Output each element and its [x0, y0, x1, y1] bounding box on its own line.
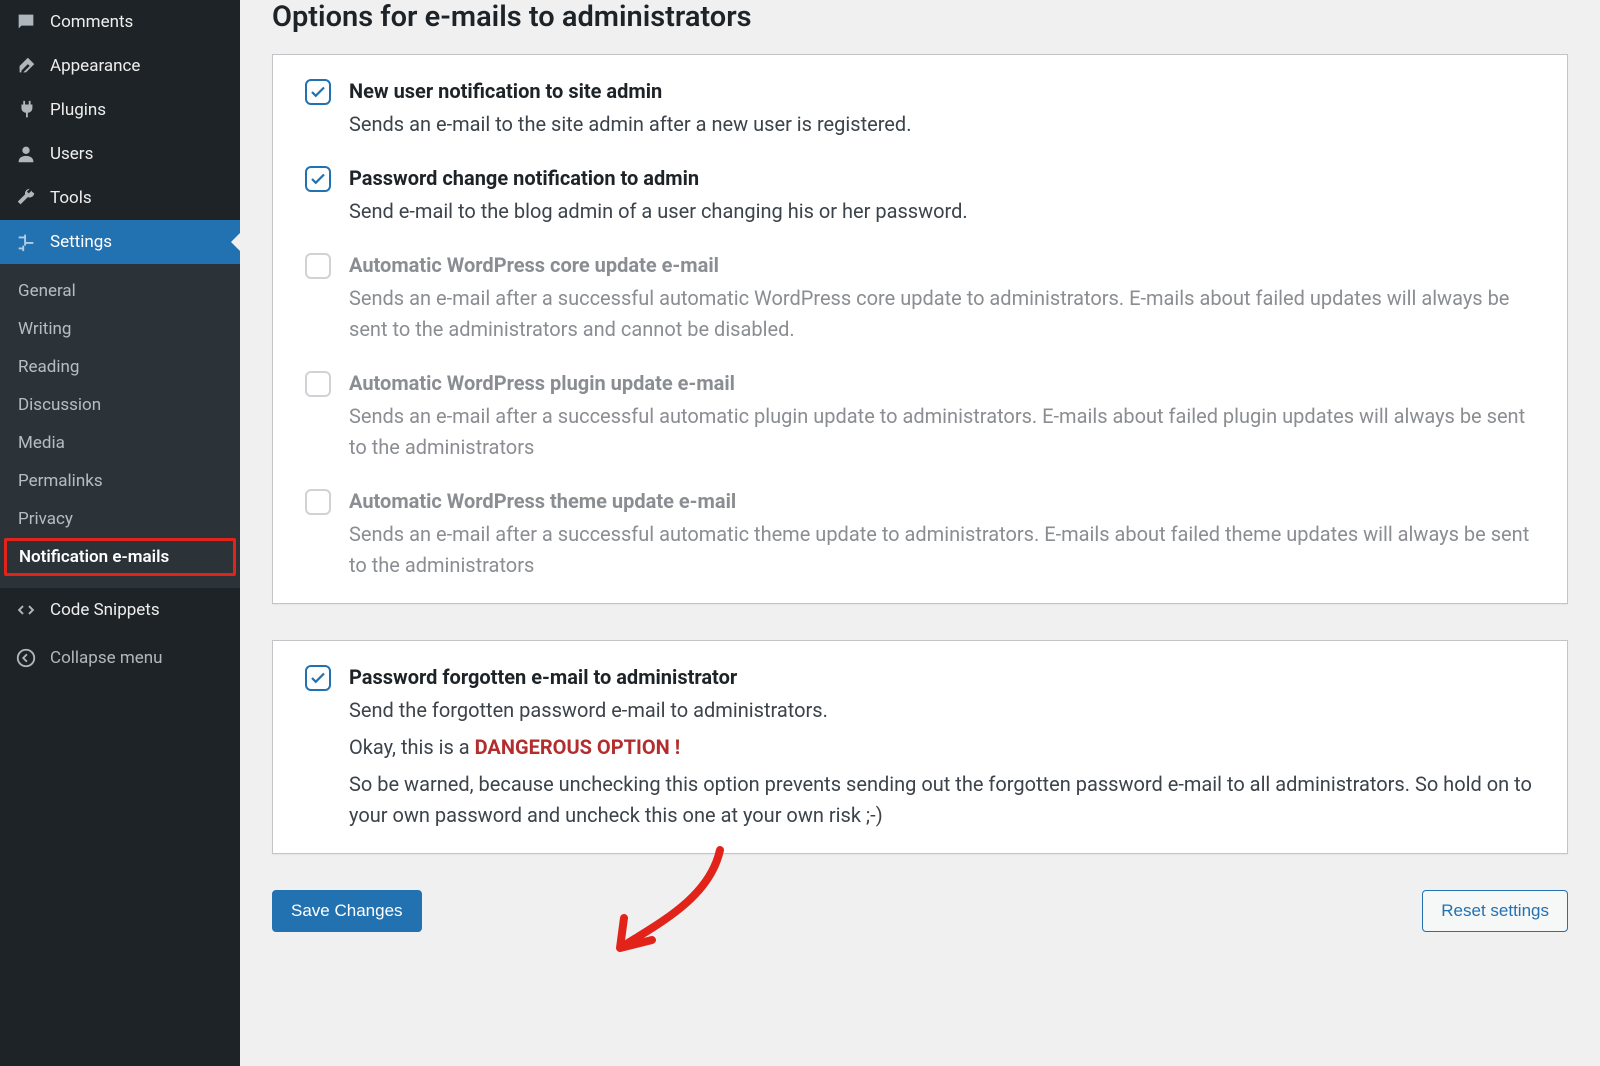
option-title: Password change notification to admin	[349, 164, 1535, 192]
option-desc: Send the forgotten password e-mail to ad…	[349, 695, 1535, 726]
sidebar-item-label: Comments	[50, 12, 133, 32]
option-plugin-update-email: Automatic WordPress plugin update e-mail…	[305, 369, 1535, 463]
submenu-item-general[interactable]: General	[0, 272, 240, 310]
option-body: Automatic WordPress core update e-mail S…	[349, 251, 1535, 345]
option-desc: Sends an e-mail after a successful autom…	[349, 401, 1535, 463]
wrench-icon	[14, 186, 38, 210]
checkbox-theme-update-email	[305, 489, 331, 515]
collapse-menu[interactable]: Collapse menu	[0, 636, 240, 680]
sidebar-item-label: Appearance	[50, 56, 140, 76]
settings-page: Options for e-mails to administrators Ne…	[240, 0, 1600, 1066]
submenu-item-permalinks[interactable]: Permalinks	[0, 462, 240, 500]
option-title: Automatic WordPress core update e-mail	[349, 251, 1535, 279]
sidebar-item-users[interactable]: Users	[0, 132, 240, 176]
checkbox-plugin-update-email	[305, 371, 331, 397]
sidebar-item-label: Tools	[50, 188, 92, 208]
option-body: Password change notification to admin Se…	[349, 164, 1535, 227]
submenu-item-discussion[interactable]: Discussion	[0, 386, 240, 424]
main-menu: Comments Appearance Plugins Users Tools	[0, 0, 240, 264]
option-theme-update-email: Automatic WordPress theme update e-mail …	[305, 487, 1535, 581]
form-buttons: Save Changes Reset settings	[272, 890, 1568, 932]
sidebar-item-tools[interactable]: Tools	[0, 176, 240, 220]
option-body: Password forgotten e-mail to administrat…	[349, 663, 1535, 831]
warn-prefix: Okay, this is a	[349, 735, 475, 759]
submenu-item-privacy[interactable]: Privacy	[0, 500, 240, 538]
checkbox-password-change-notification[interactable]	[305, 166, 331, 192]
option-warning-intro: Okay, this is a DANGEROUS OPTION !	[349, 732, 1535, 763]
sidebar-item-label: Code Snippets	[50, 600, 160, 620]
brush-icon	[14, 54, 38, 78]
option-new-user-notification: New user notification to site admin Send…	[305, 77, 1535, 140]
plug-icon	[14, 98, 38, 122]
submenu-item-reading[interactable]: Reading	[0, 348, 240, 386]
option-title: New user notification to site admin	[349, 77, 1535, 105]
option-desc: Sends an e-mail after a successful autom…	[349, 283, 1535, 345]
code-icon	[14, 598, 38, 622]
option-warning-body: So be warned, because unchecking this op…	[349, 769, 1535, 831]
user-icon	[14, 142, 38, 166]
save-button[interactable]: Save Changes	[272, 890, 422, 932]
option-body: New user notification to site admin Send…	[349, 77, 1535, 140]
submenu-item-media[interactable]: Media	[0, 424, 240, 462]
option-title: Automatic WordPress theme update e-mail	[349, 487, 1535, 515]
option-desc: Sends an e-mail to the site admin after …	[349, 109, 1535, 140]
sidebar-item-label: Plugins	[50, 100, 106, 120]
collapse-label: Collapse menu	[50, 648, 163, 668]
admin-email-options-panel: New user notification to site admin Send…	[272, 54, 1568, 604]
sidebar-item-settings[interactable]: Settings	[0, 220, 240, 264]
submenu-item-writing[interactable]: Writing	[0, 310, 240, 348]
after-menu: Code Snippets	[0, 588, 240, 632]
sliders-icon	[14, 230, 38, 254]
reset-button[interactable]: Reset settings	[1422, 890, 1568, 932]
settings-submenu: General Writing Reading Discussion Media…	[0, 264, 240, 588]
option-body: Automatic WordPress plugin update e-mail…	[349, 369, 1535, 463]
comment-icon	[14, 10, 38, 34]
sidebar-item-appearance[interactable]: Appearance	[0, 44, 240, 88]
sidebar-item-label: Users	[50, 144, 93, 164]
option-core-update-email: Automatic WordPress core update e-mail S…	[305, 251, 1535, 345]
option-title: Automatic WordPress plugin update e-mail	[349, 369, 1535, 397]
option-desc: Sends an e-mail after a successful autom…	[349, 519, 1535, 581]
checkbox-password-forgotten-admin[interactable]	[305, 665, 331, 691]
option-password-change-notification: Password change notification to admin Se…	[305, 164, 1535, 227]
sidebar-item-comments[interactable]: Comments	[0, 0, 240, 44]
collapse-icon	[14, 646, 38, 670]
option-desc: Send e-mail to the blog admin of a user …	[349, 196, 1535, 227]
sidebar-item-code-snippets[interactable]: Code Snippets	[0, 588, 240, 632]
option-body: Automatic WordPress theme update e-mail …	[349, 487, 1535, 581]
page-title: Options for e-mails to administrators	[272, 0, 1568, 34]
option-password-forgotten-admin: Password forgotten e-mail to administrat…	[305, 663, 1535, 831]
sidebar-item-label: Settings	[50, 232, 112, 252]
checkbox-core-update-email	[305, 253, 331, 279]
option-title: Password forgotten e-mail to administrat…	[349, 663, 1535, 691]
warn-danger-text: DANGEROUS OPTION !	[475, 735, 681, 759]
admin-sidebar: Comments Appearance Plugins Users Tools	[0, 0, 240, 1066]
sidebar-item-plugins[interactable]: Plugins	[0, 88, 240, 132]
password-forgotten-panel: Password forgotten e-mail to administrat…	[272, 640, 1568, 854]
submenu-item-notification-emails[interactable]: Notification e-mails	[4, 538, 236, 576]
checkbox-new-user-notification[interactable]	[305, 79, 331, 105]
